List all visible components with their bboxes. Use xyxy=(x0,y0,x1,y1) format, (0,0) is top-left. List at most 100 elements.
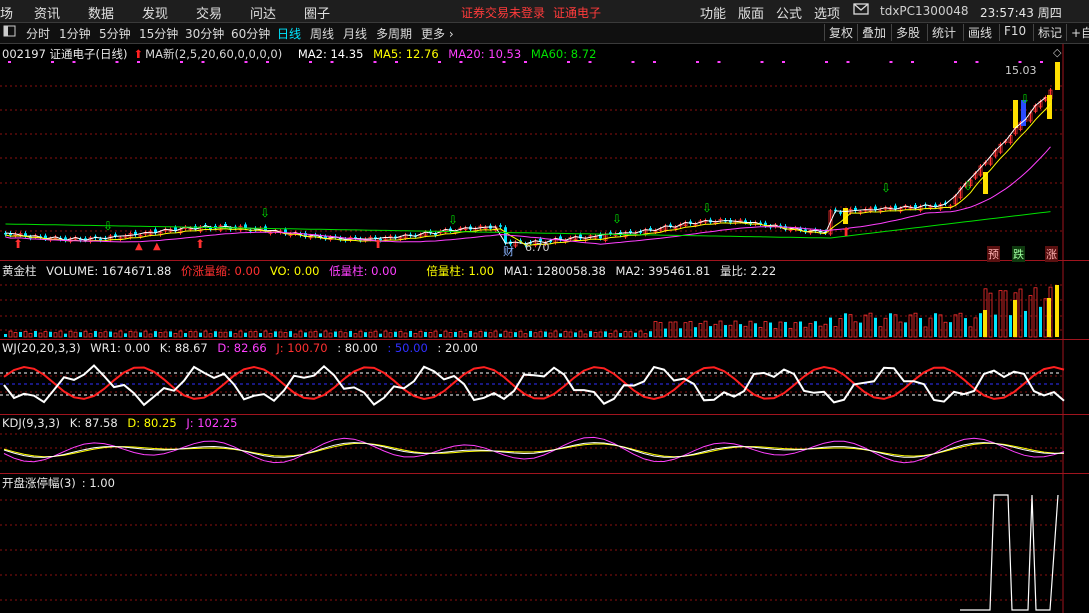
volume-bar xyxy=(229,331,232,337)
volume-bar xyxy=(428,332,433,338)
volume-bar xyxy=(193,331,198,338)
volume-bar xyxy=(694,327,697,337)
volume-indicator-name[interactable]: 黄金柱 xyxy=(2,264,37,278)
volume-bar xyxy=(799,321,802,337)
volume-bar xyxy=(308,331,313,338)
volume-bar xyxy=(763,321,768,338)
volume-bar xyxy=(283,332,288,338)
volume-bar xyxy=(289,331,292,337)
volume-bar xyxy=(1039,306,1042,337)
volume-bar xyxy=(488,332,493,338)
candle xyxy=(244,224,247,228)
kdj-indicator-name[interactable]: KDJ(9,3,3) xyxy=(2,416,60,430)
volume-bar xyxy=(968,326,973,338)
wj-level-80: : 80.00 xyxy=(337,341,378,355)
golden-volume-bar xyxy=(983,310,987,337)
volume-bar xyxy=(568,331,573,338)
panel-divider xyxy=(0,414,1089,415)
volume-bar xyxy=(878,326,883,338)
volume-bar xyxy=(398,331,403,338)
price-up-volume-down: 价涨量缩: 0.00 xyxy=(181,264,261,278)
wj-indicator-name[interactable]: WJ(20,20,3,3) xyxy=(2,341,81,355)
volume-bar xyxy=(883,317,888,338)
double-volume-bar: 倍量柱: 1.00 xyxy=(426,264,495,278)
volume-bar xyxy=(623,331,628,338)
volume-bar xyxy=(293,333,298,338)
wj-k-value: K: 88.67 xyxy=(159,341,208,355)
tag-forecast[interactable]: 预 xyxy=(987,246,1000,262)
volume-bar xyxy=(64,333,67,337)
wj-level-50: : 50.00 xyxy=(387,341,428,355)
volume-bar xyxy=(523,333,528,338)
volume-bar xyxy=(664,328,667,337)
volume-bar xyxy=(743,325,748,338)
open-limit-line xyxy=(960,494,1059,611)
volume-bar xyxy=(574,332,577,337)
kline-chart-area[interactable]: ⬆ ⬆ ⬆ ⬆ ▲ ▲ ⇩ ⇩ ⇩ ⇩ ⇩ ⇩ ⇩ ⇩ xyxy=(0,0,1089,613)
ma5-value: MA5: 12.76 xyxy=(373,47,439,61)
wj-j-value: J: 100.70 xyxy=(276,341,328,355)
volume-bar xyxy=(38,332,43,338)
volume-bar xyxy=(349,331,352,337)
wj-panel-info: WJ(20,20,3,3) WR1: 0.00 K: 88.67 D: 82.6… xyxy=(2,341,484,355)
volume-bar xyxy=(679,328,682,337)
kdj-panel-info: KDJ(9,3,3) K: 87.58 D: 80.25 J: 102.25 xyxy=(2,416,243,430)
volume-bar xyxy=(184,333,187,337)
volume-bar xyxy=(874,317,877,337)
indicator-label: MA新(2,5,20,60,0,0,0,0) xyxy=(145,47,283,61)
volume-bar xyxy=(754,323,757,337)
tag-limit-down[interactable]: 跌 xyxy=(1012,246,1025,262)
big-candle xyxy=(1013,100,1018,128)
signal-dot xyxy=(846,61,850,63)
open-limit-indicator-name[interactable]: 开盘涨停幅(3) xyxy=(2,476,76,490)
diamond-icon[interactable]: ◇ xyxy=(1053,46,1061,59)
volume-bar xyxy=(589,331,592,337)
volume-bar xyxy=(919,317,922,337)
volume-bar xyxy=(358,330,363,338)
indicator-name[interactable]: MA新(2,5,20,60,0,0,0,0) xyxy=(145,47,288,61)
signal-dot xyxy=(782,61,785,63)
volume-bar xyxy=(473,332,478,338)
volume-bar xyxy=(673,321,678,338)
volume-bar xyxy=(233,333,238,338)
volume-bar xyxy=(503,330,508,338)
open-limit-panel-info: 开盘涨停幅(3): 1.00 xyxy=(2,475,121,491)
volume-bar xyxy=(923,326,928,338)
volume-bar xyxy=(68,330,73,338)
up-triangle-icon: ▲ xyxy=(153,241,161,252)
vo-value: VO: 0.00 xyxy=(269,264,320,278)
buy-arrow-icon: ⬆ xyxy=(13,237,23,251)
panel-divider xyxy=(0,339,1089,340)
volume-bar xyxy=(994,314,997,337)
candle xyxy=(649,228,652,230)
sell-arrow-icon: ⇩ xyxy=(103,219,113,233)
volume-bar xyxy=(598,331,603,338)
volume-bar xyxy=(298,330,303,338)
volume-bar xyxy=(493,330,498,338)
panel-divider xyxy=(0,260,1089,261)
volume-bar xyxy=(173,332,178,338)
volume-bar xyxy=(338,331,343,338)
volume-bar xyxy=(364,332,367,337)
buy-arrow-icon: ⬆ xyxy=(195,237,205,251)
volume-ratio: 量比: 2.22 xyxy=(720,264,777,278)
tag-limit-up[interactable]: 涨 xyxy=(1045,246,1058,262)
volume-bar xyxy=(304,332,307,337)
volume-bar xyxy=(19,331,22,337)
volume-bar xyxy=(934,313,937,337)
signal-dot xyxy=(717,61,721,63)
volume-bar xyxy=(128,330,133,338)
golden-volume-bar xyxy=(1047,298,1051,337)
volume-bar xyxy=(649,331,652,337)
volume-bar xyxy=(484,331,487,337)
volume-bar xyxy=(158,332,163,338)
signal-dot xyxy=(696,61,699,63)
volume-bar xyxy=(28,332,33,338)
up-triangle-icon: ▲ xyxy=(135,241,143,252)
finance-marker[interactable]: 财 xyxy=(503,243,514,259)
volume-bar xyxy=(958,312,963,338)
volume-bar xyxy=(4,334,7,337)
volume-bar xyxy=(199,332,202,337)
stock-title[interactable]: 002197 证通电子(日线) xyxy=(2,47,128,61)
volume-bar xyxy=(688,321,693,338)
